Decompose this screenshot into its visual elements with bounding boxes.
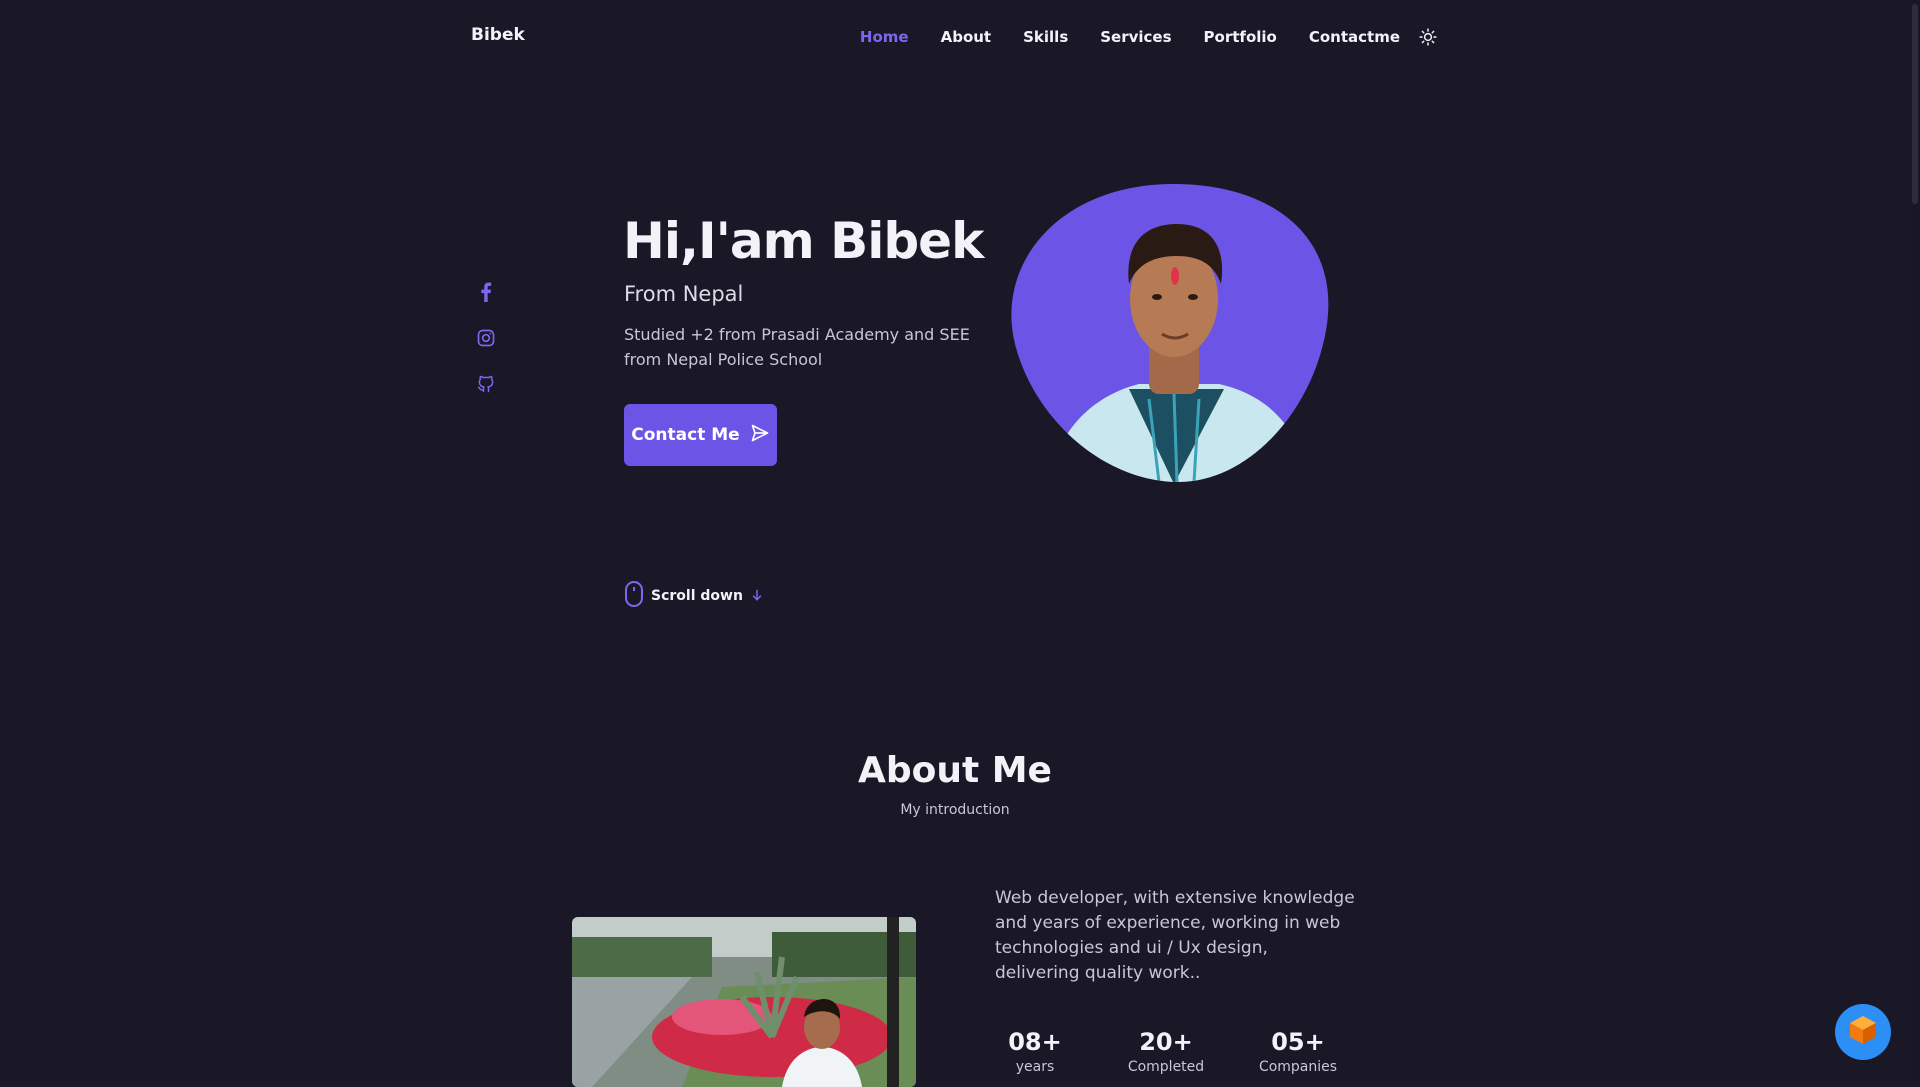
facebook-icon[interactable] (474, 280, 498, 304)
nav-services[interactable]: Services (1100, 28, 1171, 46)
stat-completed: 20+ Completed (1121, 1028, 1211, 1076)
cube-widget-button[interactable] (1835, 1004, 1891, 1060)
about-title: About Me (858, 750, 1052, 791)
sun-icon[interactable] (1418, 27, 1438, 47)
stat-caption: years (1015, 1059, 1055, 1075)
contact-me-label: Contact Me (631, 425, 740, 445)
hero-description: Studied +2 from Prasadi Academy and SEE … (624, 325, 970, 369)
social-links (474, 280, 498, 418)
stat-caption: Companies (1258, 1059, 1338, 1075)
send-icon (750, 423, 770, 447)
stat-number: 08+ (1008, 1028, 1062, 1056)
about-photo (572, 917, 916, 1087)
stat-number: 20+ (1139, 1028, 1193, 1056)
nav-home[interactable]: Home (860, 28, 909, 46)
about-stats: 08+ years 20+ Completed 05+ Companies (995, 1028, 1343, 1076)
nav-skills[interactable]: Skills (1023, 28, 1068, 46)
instagram-icon[interactable] (474, 326, 498, 350)
arrow-down-icon (750, 587, 764, 606)
scrollbar-thumb[interactable] (1912, 4, 1918, 204)
github-icon[interactable] (474, 372, 498, 396)
profile-photo (1009, 184, 1329, 482)
stat-number: 05+ (1271, 1028, 1325, 1056)
hero-subtitle: From Nepal (624, 282, 744, 306)
main-nav: Home About Skills Services Portfolio Con… (860, 26, 1438, 48)
brand-logo[interactable]: Bibek (471, 25, 525, 45)
page-scrollbar[interactable] (1910, 0, 1920, 1080)
about-description: Web developer, with extensive knowledge … (995, 888, 1355, 983)
nav-contactme[interactable]: Contactme (1309, 28, 1400, 46)
stat-years: 08+ years (995, 1028, 1075, 1076)
scroll-down-link[interactable]: Scroll down (624, 580, 764, 612)
contact-me-button[interactable]: Contact Me (624, 404, 777, 466)
stat-companies: 05+ Companies (1253, 1028, 1343, 1076)
nav-portfolio[interactable]: Portfolio (1204, 28, 1277, 46)
nav-about[interactable]: About (941, 28, 992, 46)
scroll-down-label: Scroll down (651, 588, 743, 604)
stat-caption: Completed (1127, 1059, 1205, 1075)
hero-title: Hi,I'am Bibek (623, 212, 984, 270)
about-subtitle: My introduction (900, 802, 1010, 818)
cube-icon (1848, 1014, 1878, 1050)
mouse-icon (624, 580, 644, 612)
